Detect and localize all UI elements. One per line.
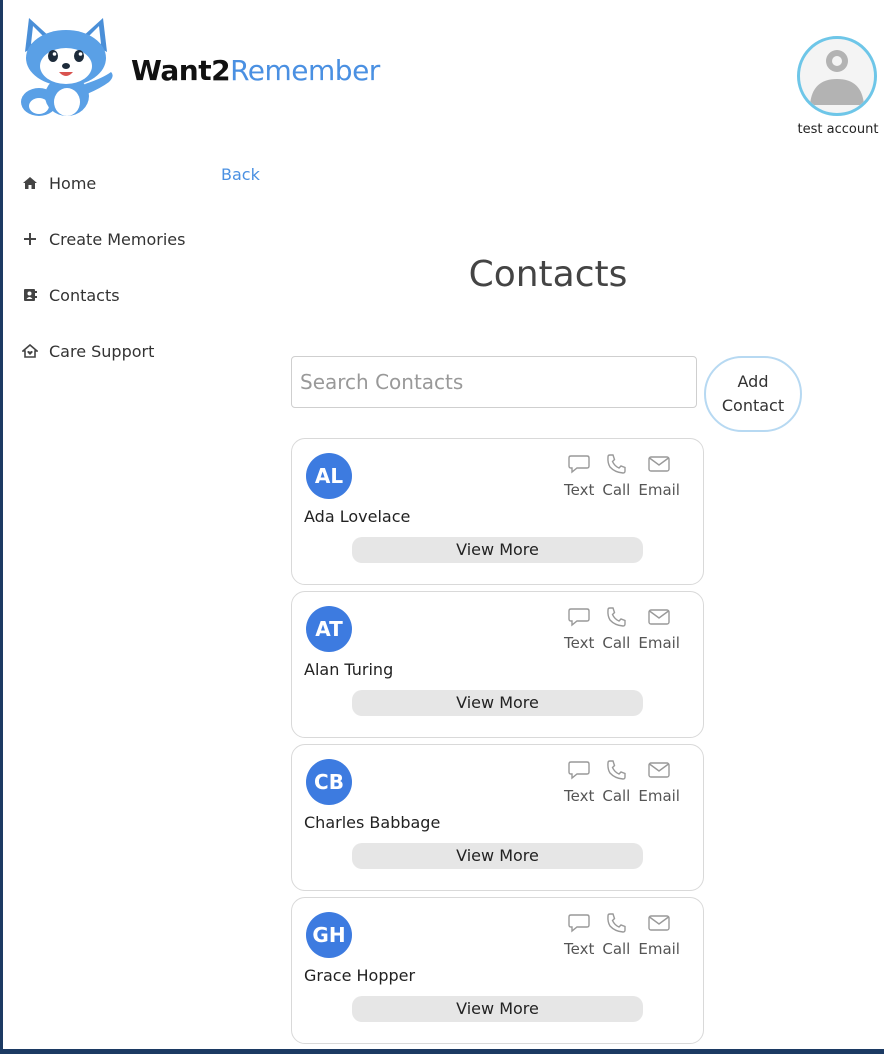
email-button[interactable]: Email: [638, 606, 680, 652]
brand-part1: Want2: [131, 54, 231, 87]
view-more-button[interactable]: View More: [352, 537, 643, 563]
chat-bubble-icon: [568, 608, 590, 627]
sidebar-nav: Home Create Memories Contacts Care Suppo…: [19, 155, 185, 379]
contact-initials-avatar: AT: [306, 606, 352, 652]
email-label: Email: [638, 634, 680, 652]
call-label: Call: [602, 940, 631, 958]
call-label: Call: [602, 481, 631, 499]
home-icon: [19, 176, 41, 190]
call-label: Call: [602, 787, 631, 805]
call-button[interactable]: Call: [602, 606, 630, 652]
envelope-icon: [648, 762, 670, 778]
text-label: Text: [564, 787, 595, 805]
contact-list: AL Ada Lovelace Text Call Email View Mor…: [291, 438, 704, 1049]
view-more-button[interactable]: View More: [352, 996, 643, 1022]
contact-name: Grace Hopper: [304, 966, 416, 985]
sidebar-item-label: Contacts: [49, 285, 120, 305]
sidebar-item-create-memories[interactable]: Create Memories: [19, 211, 185, 267]
sidebar-item-label: Care Support: [49, 341, 155, 361]
sidebar-item-label: Home: [49, 173, 97, 193]
contact-name: Ada Lovelace: [304, 507, 411, 526]
sidebar-item-home[interactable]: Home: [19, 155, 185, 211]
contact-initials-avatar: AL: [306, 453, 352, 499]
email-label: Email: [638, 940, 680, 958]
envelope-icon: [648, 915, 670, 931]
contact-actions: Text Call Email: [564, 453, 680, 499]
email-label: Email: [638, 481, 680, 499]
text-button[interactable]: Text: [564, 759, 594, 805]
house-heart-icon: [19, 344, 41, 358]
fox-mascot-logo: [21, 18, 113, 116]
brand-part2: Remember: [230, 54, 380, 87]
chat-bubble-icon: [568, 455, 590, 474]
phone-icon: [607, 913, 627, 933]
view-more-button[interactable]: View More: [352, 843, 643, 869]
chat-bubble-icon: [568, 761, 590, 780]
contact-card: CB Charles Babbage Text Call Email View …: [291, 744, 704, 891]
add-contact-label-line2: Contact: [721, 396, 785, 415]
account-name[interactable]: test account: [790, 122, 884, 137]
contact-card: GH Grace Hopper Text Call Email View Mor…: [291, 897, 704, 1044]
app-brand: Want2Remember: [131, 54, 380, 87]
text-button[interactable]: Text: [564, 912, 594, 958]
email-button[interactable]: Email: [638, 759, 680, 805]
text-button[interactable]: Text: [564, 453, 594, 499]
call-button[interactable]: Call: [602, 453, 630, 499]
plus-icon: [19, 232, 41, 246]
contact-card: AT Alan Turing Text Call Email View More: [291, 591, 704, 738]
text-label: Text: [564, 481, 595, 499]
add-contact-label-line1: Add: [737, 372, 769, 391]
contact-initials-avatar: GH: [306, 912, 352, 958]
page-title: Contacts: [468, 254, 628, 295]
email-button[interactable]: Email: [638, 453, 680, 499]
email-button[interactable]: Email: [638, 912, 680, 958]
call-button[interactable]: Call: [602, 912, 630, 958]
contact-initials-avatar: CB: [306, 759, 352, 805]
search-input[interactable]: [291, 356, 697, 408]
text-label: Text: [564, 634, 595, 652]
email-label: Email: [638, 787, 680, 805]
contact-actions: Text Call Email: [564, 912, 680, 958]
sidebar-item-label: Create Memories: [49, 229, 186, 249]
chat-bubble-icon: [568, 914, 590, 933]
contact-card: AL Ada Lovelace Text Call Email View Mor…: [291, 438, 704, 585]
sidebar-item-care-support[interactable]: Care Support: [19, 323, 185, 379]
phone-icon: [607, 454, 627, 474]
account-avatar[interactable]: [797, 36, 877, 116]
envelope-icon: [648, 609, 670, 625]
text-button[interactable]: Text: [564, 606, 594, 652]
add-contact-button[interactable]: Add Contact: [704, 356, 802, 432]
contact-actions: Text Call Email: [564, 606, 680, 652]
contact-name: Alan Turing: [304, 660, 394, 679]
envelope-icon: [648, 456, 670, 472]
contact-name: Charles Babbage: [304, 813, 441, 832]
sidebar-item-contacts[interactable]: Contacts: [19, 267, 185, 323]
app-window: Want2Remember test account Home Create M…: [3, 0, 884, 1049]
call-button[interactable]: Call: [602, 759, 630, 805]
phone-icon: [607, 760, 627, 780]
user-icon: [810, 50, 864, 105]
back-link[interactable]: Back: [221, 165, 260, 184]
contact-actions: Text Call Email: [564, 759, 680, 805]
phone-icon: [607, 607, 627, 627]
call-label: Call: [602, 634, 631, 652]
view-more-button[interactable]: View More: [352, 690, 643, 716]
text-label: Text: [564, 940, 595, 958]
address-book-icon: [19, 288, 41, 302]
